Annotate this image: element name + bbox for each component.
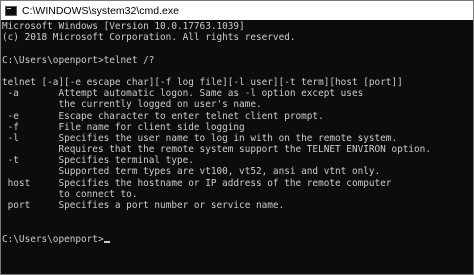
console-line: Microsoft Windows [Version 10.0.17763.10… [2,21,245,32]
console-line: -a Attempt automatic logon. Same as -l o… [2,88,364,100]
console-line: -t Specifies terminal type. [2,155,194,167]
console-line: (c) 2018 Microsoft Corporation. All righ… [2,32,296,44]
console-output[interactable]: Microsoft Windows [Version 10.0.17763.10… [1,20,473,274]
cmd-window: C:\WINDOWS\system32\cmd.exe Microsoft Wi… [0,0,474,275]
title-bar[interactable]: C:\WINDOWS\system32\cmd.exe [1,1,473,20]
console-text: Microsoft Windows [Version 10.0.17763.10… [2,21,431,245]
console-current-prompt[interactable]: C:\Users\openport> [2,234,431,245]
console-line: to connect to. [2,188,138,200]
console-line: Requires that the remote system support … [2,144,431,156]
window-title: C:\WINDOWS\system32\cmd.exe [22,4,179,17]
console-prompt-line: C:\Users\openport>telnet /? [2,54,155,66]
console-line: -e Escape character to enter telnet clie… [2,110,324,122]
text-cursor [103,240,110,243]
console-line: host Specifies the hostname or IP addres… [2,177,392,189]
console-prompt-text: C:\Users\openport> [2,233,104,245]
console-line: the currently logged on user's name. [2,99,262,111]
console-line: port Specifies a port number or service … [2,200,285,211]
console-line: telnet [-a][-e escape char][-f log file]… [2,76,403,88]
console-line: -l Specifies the user name to log in wit… [2,132,398,144]
console-line: Supported term types are vt100, vt52, an… [2,166,381,178]
console-line: -f File name for client side logging [2,121,245,133]
cmd-console-icon[interactable] [5,5,17,16]
